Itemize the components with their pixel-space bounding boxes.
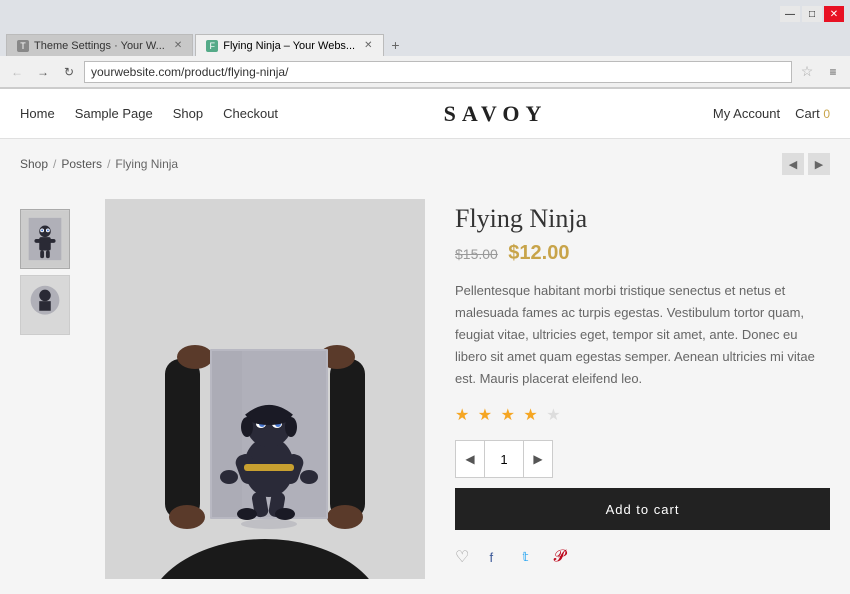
breadcrumb-prev[interactable]: ◀ [782, 153, 804, 175]
nav-sample-page[interactable]: Sample Page [75, 106, 153, 121]
tab-favicon-1: T [17, 40, 29, 52]
nav-checkout[interactable]: Checkout [223, 106, 278, 121]
star-3: ★ [501, 407, 517, 424]
breadcrumb-nav: ◀ ▶ [782, 153, 830, 175]
star-1: ★ [455, 407, 471, 424]
tab-close-1[interactable]: ✕ [174, 40, 182, 51]
star-2: ★ [478, 407, 494, 424]
tab-close-2[interactable]: ✕ [364, 40, 372, 51]
quantity-row: ◀ ▶ [455, 440, 830, 478]
wishlist-button[interactable]: ♡ [455, 547, 469, 567]
product-description: Pellentesque habitant morbi tristique se… [455, 280, 830, 390]
close-button[interactable]: ✕ [824, 6, 844, 22]
browser-menu-button[interactable]: ≡ [822, 61, 844, 83]
quantity-decrease[interactable]: ◀ [456, 441, 484, 477]
product-main-image [105, 199, 425, 579]
minimize-button[interactable]: — [780, 6, 800, 22]
my-account-link[interactable]: My Account [713, 106, 780, 121]
site-nav: Home Sample Page Shop Checkout SAVOY My … [0, 89, 850, 139]
forward-button[interactable]: → [32, 61, 54, 83]
breadcrumb-shop[interactable]: Shop [20, 157, 48, 171]
thumbnail-1[interactable] [20, 209, 70, 269]
product-area: Flying Ninja $15.00 $12.00 Pellentesque … [0, 189, 850, 594]
cart-label: Cart [795, 106, 820, 121]
breadcrumb-next[interactable]: ▶ [808, 153, 830, 175]
star-4: ★ [523, 407, 539, 424]
product-info: Flying Ninja $15.00 $12.00 Pellentesque … [455, 199, 830, 579]
bookmark-star[interactable]: ☆ [796, 61, 818, 83]
star-5: ★ [546, 407, 562, 424]
back-button[interactable]: ← [6, 61, 28, 83]
browser-tab-1[interactable]: T Theme Settings · Your W... ✕ [6, 34, 193, 56]
product-price: $15.00 $12.00 [455, 242, 830, 265]
quantity-control: ◀ ▶ [455, 440, 553, 478]
address-bar[interactable]: yourwebsite.com/product/flying-ninja/ [84, 61, 792, 83]
price-old: $15.00 [455, 246, 498, 262]
breadcrumb-sep-2: / [107, 157, 110, 171]
reload-button[interactable]: ↻ [58, 61, 80, 83]
url-text: yourwebsite.com/product/flying-ninja/ [91, 65, 288, 79]
breadcrumb-posters[interactable]: Posters [61, 157, 102, 171]
tab-favicon-2: F [206, 40, 218, 52]
product-stars: ★ ★ ★ ★ ★ [455, 405, 830, 425]
nav-links: Home Sample Page Shop Checkout [20, 106, 278, 121]
add-to-cart-button[interactable]: Add to cart [455, 488, 830, 530]
breadcrumb-current: Flying Ninja [115, 157, 178, 171]
price-new: $12.00 [508, 242, 569, 264]
quantity-increase[interactable]: ▶ [524, 441, 552, 477]
browser-tab-2[interactable]: F Flying Ninja – Your Webs... ✕ [195, 34, 383, 56]
nav-home[interactable]: Home [20, 106, 55, 121]
twitter-share[interactable]: 𝕥 [513, 545, 537, 569]
thumbnail-2[interactable] [20, 275, 70, 335]
product-title: Flying Ninja [455, 204, 830, 234]
cart-count: 0 [823, 107, 830, 121]
tab-label-1: Theme Settings · Your W... [34, 40, 165, 52]
breadcrumb: Shop / Posters / Flying Ninja ◀ ▶ [0, 139, 850, 189]
cart-link[interactable]: Cart 0 [795, 106, 830, 121]
maximize-button[interactable]: □ [802, 6, 822, 22]
breadcrumb-sep-1: / [53, 157, 56, 171]
product-thumbnails [20, 199, 75, 579]
social-row: ♡ f 𝕥 𝓟 [455, 545, 830, 569]
quantity-input[interactable] [484, 441, 524, 477]
site-logo: SAVOY [278, 101, 713, 127]
nav-shop[interactable]: Shop [173, 106, 203, 121]
pinterest-share[interactable]: 𝓟 [547, 545, 571, 569]
new-tab-button[interactable]: + [386, 34, 406, 56]
facebook-share[interactable]: f [479, 545, 503, 569]
tab-label-2: Flying Ninja – Your Webs... [223, 40, 355, 52]
nav-right: My Account Cart 0 [713, 106, 830, 121]
